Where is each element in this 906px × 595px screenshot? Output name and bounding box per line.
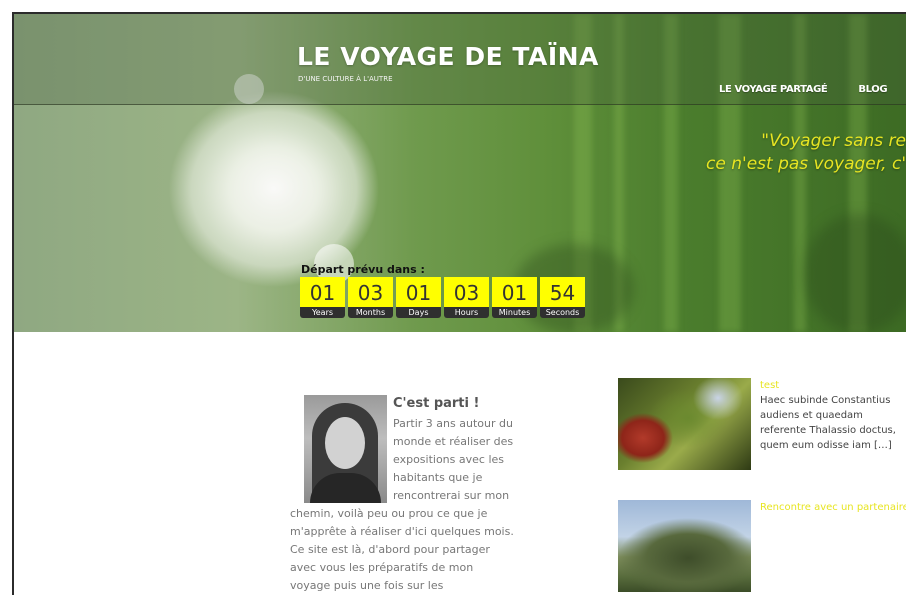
countdown-value: 03	[348, 277, 393, 307]
hero-banner: LE VOYAGE DE TAÏNA D'UNE CULTURE À L'AUT…	[14, 14, 906, 332]
countdown-seconds: 54 Seconds	[540, 277, 585, 318]
hero-quote: "Voyager sans re ce n'est pas voyager, c…	[706, 130, 906, 176]
sidebar-post-title[interactable]: Rencontre avec un partenaire	[760, 500, 906, 515]
countdown-hours: 03 Hours	[444, 277, 489, 318]
countdown-unit-label: Minutes	[492, 307, 537, 318]
sidebar-post-title[interactable]: test	[760, 378, 906, 393]
countdown-value: 03	[444, 277, 489, 307]
site-tagline: D'UNE CULTURE À L'AUTRE	[298, 75, 393, 83]
nav-item-voyage-partage[interactable]: LE VOYAGE PARTAGÉ	[719, 84, 828, 95]
countdown-unit-label: Days	[396, 307, 441, 318]
countdown-months: 03 Months	[348, 277, 393, 318]
countdown-unit-label: Seconds	[540, 307, 585, 318]
main-nav: LE VOYAGE PARTAGÉ BLOG	[719, 84, 888, 95]
countdown-timer: 01 Years 03 Months 01 Days 03 Hours 01 M…	[300, 277, 585, 318]
countdown-value: 01	[492, 277, 537, 307]
countdown-days: 01 Days	[396, 277, 441, 318]
featured-post: C'est parti ! Partir 3 ans autour du mon…	[290, 395, 515, 595]
countdown-label: Départ prévu dans :	[301, 263, 425, 276]
countdown-unit-label: Hours	[444, 307, 489, 318]
sidebar-post-excerpt: Haec subinde Constantius audiens et quae…	[760, 395, 896, 451]
countdown-minutes: 01 Minutes	[492, 277, 537, 318]
site-title[interactable]: LE VOYAGE DE TAÏNA	[297, 42, 599, 71]
top-border	[0, 0, 906, 14]
countdown-unit-label: Years	[300, 307, 345, 318]
countdown-years: 01 Years	[300, 277, 345, 318]
countdown-unit-label: Months	[348, 307, 393, 318]
author-photo	[304, 395, 387, 503]
quote-line-1: "Voyager sans re	[761, 131, 906, 151]
post-thumbnail[interactable]	[618, 500, 751, 592]
post-thumbnail[interactable]	[618, 378, 751, 470]
nav-item-blog[interactable]: BLOG	[858, 84, 887, 95]
quote-line-2: ce n'est pas voyager, c'	[706, 154, 906, 174]
site-header: LE VOYAGE DE TAÏNA D'UNE CULTURE À L'AUT…	[14, 14, 906, 105]
countdown-value: 54	[540, 277, 585, 307]
countdown-value: 01	[396, 277, 441, 307]
countdown-value: 01	[300, 277, 345, 307]
